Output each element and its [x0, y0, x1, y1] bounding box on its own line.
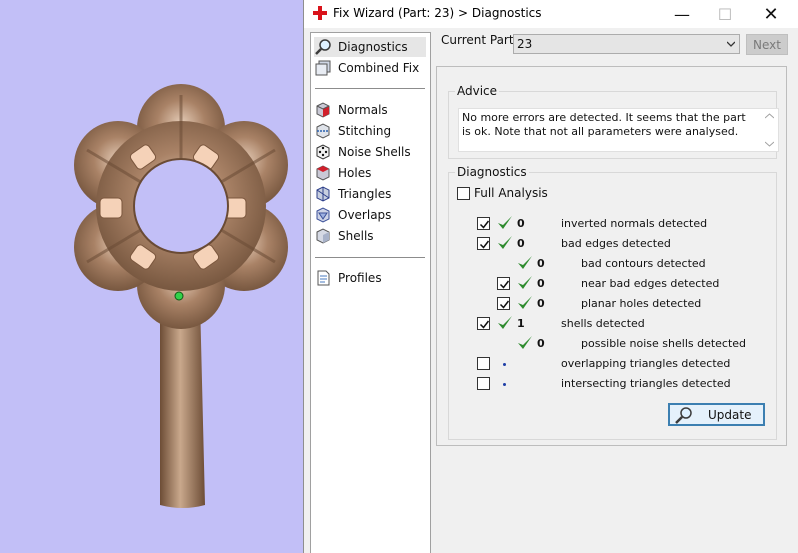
close-button[interactable]: ✕ — [748, 0, 794, 28]
nav-item-noise-shells[interactable]: Noise Shells — [314, 142, 426, 162]
title-bar[interactable]: Fix Wizard (Part: 23) > Diagnostics — ☐ … — [304, 0, 798, 28]
current-part-value: 23 — [517, 37, 533, 51]
nav-item-overlaps[interactable]: Overlaps — [314, 205, 426, 225]
nav-label: Noise Shells — [338, 145, 411, 159]
stacked-shells-icon — [315, 60, 331, 76]
shells-checkbox[interactable] — [477, 317, 490, 330]
current-part-label: Current Part: — [441, 33, 518, 47]
bad-edges-count: 0 — [517, 237, 525, 250]
planar-holes-checkbox[interactable] — [497, 297, 510, 310]
planar-holes-count: 0 — [537, 297, 545, 310]
noise-shells-label: possible noise shells detected — [581, 337, 747, 350]
red-cube-icon — [316, 102, 330, 118]
planar-holes-label: planar holes detected — [581, 297, 702, 310]
nav-label: Overlaps — [338, 208, 392, 222]
advice-group: Advice No more errors are detected. It s… — [448, 84, 779, 159]
nav-label: Holes — [338, 166, 372, 180]
nav-item-diagnostics[interactable]: Diagnostics — [314, 37, 426, 57]
nav-item-stitching[interactable]: Stitching — [314, 121, 426, 141]
advice-title: Advice — [455, 84, 500, 98]
holes-cube-icon — [316, 165, 330, 181]
scroll-up-icon[interactable] — [765, 113, 774, 119]
maximize-button[interactable]: ☐ — [702, 0, 748, 28]
overlapping-triangles-label: overlapping triangles detected — [561, 357, 731, 370]
dice-icon — [316, 144, 330, 160]
diagnostics-page: Advice No more errors are detected. It s… — [436, 66, 787, 446]
stitching-icon — [316, 123, 330, 139]
full-analysis-label: Full Analysis — [474, 186, 548, 200]
ok-check-icon — [518, 296, 532, 309]
nav-label: Shells — [338, 229, 374, 243]
nav-divider — [315, 257, 425, 258]
nav-label: Normals — [338, 103, 388, 117]
bad-contours-count: 0 — [537, 257, 545, 270]
full-analysis-checkbox[interactable] — [457, 187, 470, 200]
pending-dot-icon — [503, 383, 506, 386]
near-bad-edges-count: 0 — [537, 277, 545, 290]
ok-check-icon — [518, 256, 532, 269]
ok-check-icon — [498, 236, 512, 249]
document-icon — [317, 270, 330, 286]
chevron-down-icon — [727, 41, 735, 47]
triangles-icon — [316, 186, 330, 202]
bad-edges-checkbox[interactable] — [477, 237, 490, 250]
ok-check-icon — [518, 276, 532, 289]
ok-check-icon — [518, 336, 532, 349]
part-23-model[interactable] — [0, 0, 303, 553]
nav-divider — [315, 88, 425, 89]
noise-shells-count: 0 — [537, 337, 545, 350]
inverted-normals-count: 0 — [517, 217, 525, 230]
next-button[interactable]: Next — [746, 34, 788, 55]
shells-icon — [316, 228, 330, 244]
pending-dot-icon — [503, 363, 506, 366]
nav-label: Diagnostics — [338, 40, 408, 54]
nav-item-holes[interactable]: Holes — [314, 163, 426, 183]
3d-viewport[interactable] — [0, 0, 303, 553]
near-bad-edges-checkbox[interactable] — [497, 277, 510, 290]
overlapping-triangles-checkbox[interactable] — [477, 357, 490, 370]
nav-item-triangles[interactable]: Triangles — [314, 184, 426, 204]
nav-item-normals[interactable]: Normals — [314, 100, 426, 120]
nav-label: Profiles — [338, 271, 382, 285]
near-bad-edges-label: near bad edges detected — [581, 277, 720, 290]
fix-wizard-dialog: Fix Wizard (Part: 23) > Diagnostics — ☐ … — [303, 0, 798, 553]
red-cross-icon — [313, 6, 327, 20]
nav-item-combined-fix[interactable]: Combined Fix — [314, 58, 426, 78]
diagnostics-title: Diagnostics — [455, 165, 529, 179]
update-label: Update — [708, 407, 752, 422]
overlaps-icon — [316, 207, 330, 223]
minimize-button[interactable]: — — [659, 0, 705, 28]
bad-edges-label: bad edges detected — [561, 237, 671, 250]
nav-item-profiles[interactable]: Profiles — [314, 268, 426, 288]
advice-textbox[interactable]: No more errors are detected. It seems th… — [458, 108, 779, 152]
ok-check-icon — [498, 216, 512, 229]
nav-item-shells[interactable]: Shells — [314, 226, 426, 246]
shells-label: shells detected — [561, 317, 645, 330]
bad-contours-label: bad contours detected — [581, 257, 706, 270]
nav-label: Stitching — [338, 124, 392, 138]
shells-count: 1 — [517, 317, 525, 330]
inverted-normals-checkbox[interactable] — [477, 217, 490, 230]
nav-label: Triangles — [338, 187, 392, 201]
current-part-select[interactable]: 23 — [513, 34, 740, 54]
magnifier-icon — [315, 39, 331, 55]
intersecting-triangles-label: intersecting triangles detected — [561, 377, 731, 390]
update-button[interactable]: Update — [668, 403, 765, 426]
scroll-down-icon[interactable] — [765, 141, 774, 147]
nav-label: Combined Fix — [338, 61, 420, 75]
ok-check-icon — [498, 316, 512, 329]
wizard-nav-panel: Diagnostics Combined Fix Normals Stitchi… — [310, 32, 431, 553]
advice-text: No more errors are detected. It seems th… — [462, 111, 746, 138]
intersecting-triangles-checkbox[interactable] — [477, 377, 490, 390]
window-title: Fix Wizard (Part: 23) > Diagnostics — [333, 6, 542, 20]
diagnostics-group: Diagnostics Full Analysis 0 inverted nor… — [448, 165, 777, 440]
inverted-normals-label: inverted normals detected — [561, 217, 708, 230]
advice-scrollbar[interactable] — [761, 109, 778, 151]
magnifier-icon — [675, 406, 692, 424]
